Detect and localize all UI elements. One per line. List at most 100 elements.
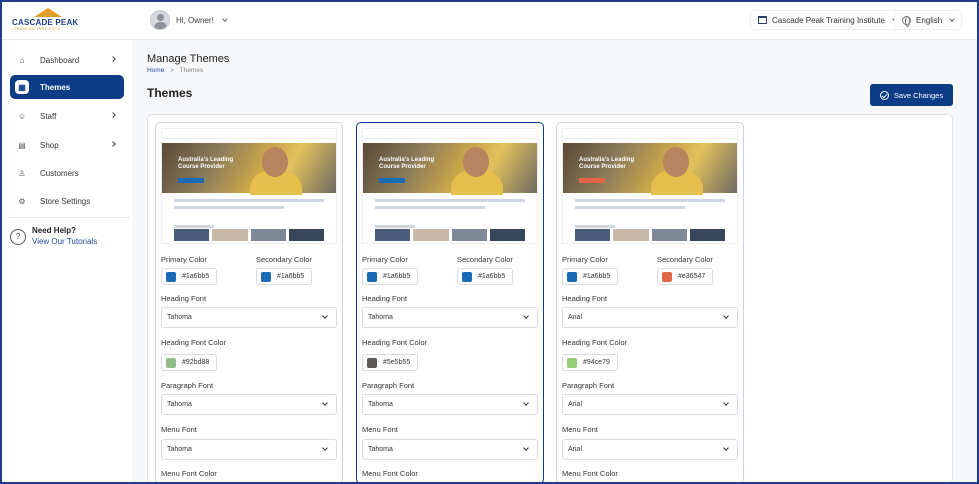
color-swatch [662, 271, 672, 282]
primary-color-picker[interactable]: #1a6bb5 [362, 268, 418, 285]
sidebar-item-customers[interactable]: ♙ Customers [10, 161, 124, 185]
color-swatch [462, 271, 472, 282]
theme-card[interactable]: Australia's Leading Course Provider Prima… [155, 122, 343, 484]
heading-font-value: Arial [568, 314, 583, 321]
gear-icon: ⚙ [18, 196, 26, 206]
preview-hero-title: Australia's Leading Course Provider [579, 157, 635, 170]
institute-selector[interactable]: Cascade Peak Training Institute [750, 10, 905, 30]
menu-font-color-label: Menu Font Color [362, 469, 418, 478]
breadcrumb: Home > Themes [147, 67, 203, 74]
chevron-down-icon [322, 400, 328, 406]
section-title: Themes [147, 86, 193, 100]
heading-font-color-picker[interactable]: #92bd88 [161, 354, 217, 371]
language-selector[interactable]: English [894, 10, 963, 30]
primary-color-label: Primary Color [161, 255, 207, 264]
paragraph-font-select[interactable]: Tahoma [161, 394, 337, 415]
chevron-down-icon [221, 16, 228, 22]
theme-card[interactable]: Australia's Leading Course Provider Prima… [556, 122, 744, 484]
preview-course-tiles [575, 229, 725, 241]
primary-color-value: #1a6bb5 [182, 273, 210, 280]
heading-font-label: Heading Font [562, 294, 608, 303]
preview-line [575, 206, 685, 209]
chevron-down-icon [523, 400, 529, 406]
building-icon [758, 16, 767, 24]
preview-face [463, 147, 489, 177]
page-title: Manage Themes [147, 53, 230, 65]
secondary-color-value: #1a6bb5 [478, 273, 506, 280]
help-title: Need Help? [32, 226, 77, 235]
paragraph-font-label: Paragraph Font [562, 381, 615, 390]
paragraph-font-select[interactable]: Tahoma [362, 394, 538, 415]
heading-font-color-label: Heading Font Color [362, 338, 428, 347]
sidebar-item-label: Themes [40, 82, 71, 92]
save-changes-button[interactable]: Save Changes [870, 84, 953, 106]
menu-font-value: Tahoma [368, 446, 393, 453]
chevron-down-icon [322, 445, 328, 451]
preview-line [375, 225, 415, 228]
preview-hero-button [178, 178, 204, 183]
sidebar-item-shop[interactable]: ▤ Shop [10, 133, 124, 157]
primary-color-picker[interactable]: #1a6bb5 [562, 268, 618, 285]
menu-font-color-label: Menu Font Color [562, 469, 618, 478]
secondary-color-picker[interactable]: #1a6bb5 [256, 268, 312, 285]
heading-font-select[interactable]: Tahoma [161, 307, 337, 328]
institute-name: Cascade Peak Training Institute [772, 15, 885, 25]
theme-preview-image[interactable]: Australia's Leading Course Provider [161, 128, 337, 244]
menu-font-value: Tahoma [167, 446, 192, 453]
heading-font-color-value: #92bd88 [182, 359, 210, 366]
secondary-color-label: Secondary Color [657, 255, 713, 264]
menu-font-label: Menu Font [562, 425, 598, 434]
secondary-color-label: Secondary Color [457, 255, 513, 264]
avatar [150, 10, 170, 30]
heading-font-color-picker[interactable]: #94ce79 [562, 354, 618, 371]
menu-font-select[interactable]: Arial [562, 439, 738, 460]
heading-font-color-label: Heading Font Color [161, 338, 227, 347]
preview-line [174, 225, 214, 228]
preview-hero-button [379, 178, 405, 183]
sidebar-item-label: Store Settings [40, 196, 91, 206]
preview-line [375, 199, 525, 202]
chevron-right-icon [110, 141, 116, 147]
paragraph-font-select[interactable]: Arial [562, 394, 738, 415]
user-menu[interactable]: Hi, Owner! [150, 9, 228, 31]
heading-font-value: Tahoma [368, 314, 393, 321]
heading-font-select[interactable]: Arial [562, 307, 738, 328]
home-icon: ⌂ [19, 55, 25, 65]
logo-roof-icon [34, 8, 62, 17]
menu-font-label: Menu Font [161, 425, 197, 434]
paragraph-font-label: Paragraph Font [362, 381, 415, 390]
menu-font-select[interactable]: Tahoma [161, 439, 337, 460]
theme-preview-image[interactable]: Australia's Leading Course Provider [362, 128, 538, 244]
sidebar-item-label: Customers [40, 168, 79, 178]
secondary-color-label: Secondary Color [256, 255, 312, 264]
heading-font-select[interactable]: Tahoma [362, 307, 538, 328]
paragraph-font-value: Tahoma [368, 401, 393, 408]
brand-logo[interactable]: CASCADE PEAK TRAINING INSTITUTE [12, 8, 84, 32]
sidebar-item-store-settings[interactable]: ⚙ Store Settings [10, 189, 124, 213]
sidebar-item-dashboard[interactable]: ⌂ Dashboard [10, 48, 124, 72]
preview-hero-button [579, 178, 605, 183]
color-swatch [367, 357, 377, 368]
primary-color-picker[interactable]: #1a6bb5 [161, 268, 217, 285]
sidebar-divider [10, 217, 130, 218]
menu-font-select[interactable]: Tahoma [362, 439, 538, 460]
primary-color-value: #1a6bb5 [583, 273, 611, 280]
sidebar-item-staff[interactable]: ☺ Staff [10, 104, 124, 128]
preview-navbar [363, 129, 537, 139]
secondary-color-picker[interactable]: #e36547 [657, 268, 713, 285]
sidebar-item-themes[interactable]: ▦ Themes [10, 75, 124, 99]
sidebar-item-label: Shop [40, 140, 59, 150]
menu-font-value: Arial [568, 446, 583, 453]
secondary-color-picker[interactable]: #1a6bb5 [457, 268, 513, 285]
tutorials-link[interactable]: View Our Tutorials [32, 237, 97, 246]
chevron-down-icon [523, 313, 529, 319]
heading-font-color-picker[interactable]: #5e5b55 [362, 354, 418, 371]
theme-preview-image[interactable]: Australia's Leading Course Provider [562, 128, 738, 244]
breadcrumb-separator: > [170, 67, 174, 74]
color-swatch [567, 271, 577, 282]
theme-card[interactable]: Australia's Leading Course Provider Prima… [356, 122, 544, 484]
paragraph-font-label: Paragraph Font [161, 381, 214, 390]
preview-line [174, 206, 284, 209]
breadcrumb-home[interactable]: Home [147, 67, 164, 74]
chevron-down-icon [949, 16, 956, 22]
